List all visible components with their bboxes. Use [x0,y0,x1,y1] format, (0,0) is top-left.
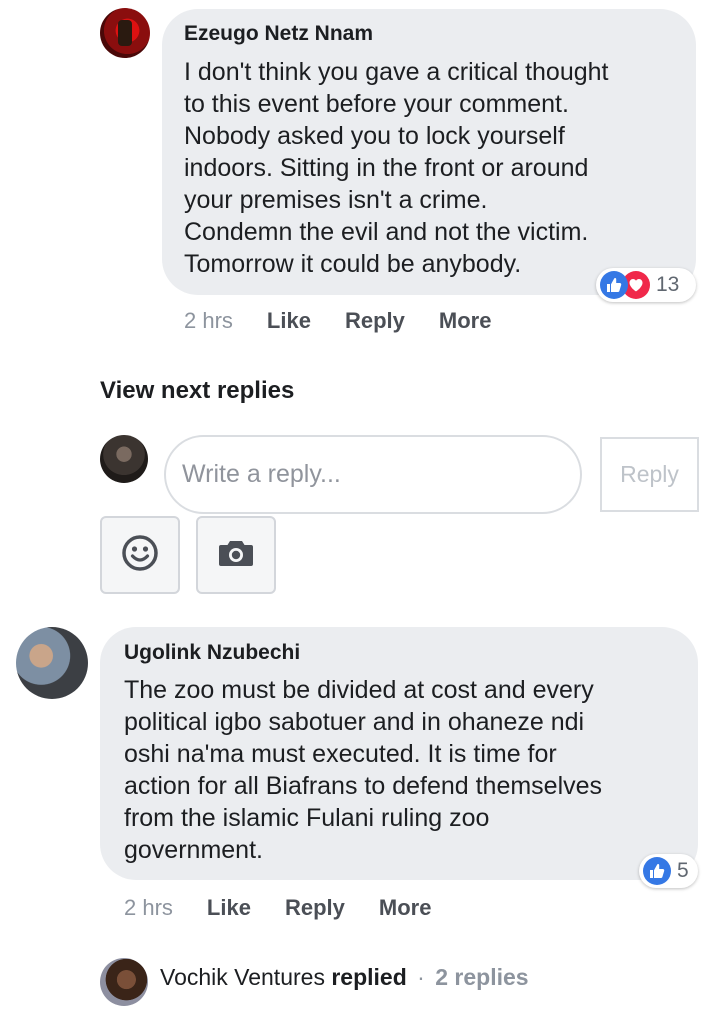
reaction-count: 5 [677,859,689,882]
reaction-summary[interactable]: 13 [596,268,696,302]
avatar [100,435,148,483]
more-button[interactable]: More [439,308,492,334]
comment-actions: 2 hrs Like Reply More [124,895,465,921]
camera-icon [218,538,254,573]
like-button[interactable]: Like [207,895,251,921]
comment-bubble: Ezeugo Netz Nnam I don't think you gave … [162,9,696,295]
comment-bubble: Ugolink Nzubechi The zoo must be divided… [100,627,698,880]
comment-author[interactable]: Ezeugo Netz Nnam [184,22,373,46]
like-icon [600,271,628,299]
comment-text: The zoo must be divided at cost and ever… [124,676,603,864]
comment-actions: 2 hrs Like Reply More [184,308,525,334]
avatar [100,958,148,1006]
view-next-replies-link[interactable]: View next replies [100,377,294,405]
reply-input[interactable] [164,435,582,514]
like-button[interactable]: Like [267,308,311,334]
reply-count: 2 replies [435,964,529,990]
replied-label: replied [331,964,407,990]
separator: · [417,964,425,990]
more-button[interactable]: More [379,895,432,921]
replier-name: Vochik Ventures [160,964,325,990]
emoji-icon [121,534,159,577]
reply-button[interactable]: Reply [345,308,405,334]
reaction-count: 13 [656,273,680,296]
avatar[interactable] [16,627,88,699]
submit-reply-button[interactable]: Reply [600,437,699,512]
timestamp[interactable]: 2 hrs [184,308,233,334]
camera-button[interactable] [196,516,276,594]
avatar[interactable] [100,8,150,58]
reaction-summary[interactable]: 5 [639,854,698,888]
comment-author[interactable]: Ugolink Nzubechi [124,641,300,665]
like-icon [643,857,671,885]
reply-button[interactable]: Reply [285,895,345,921]
timestamp[interactable]: 2 hrs [124,895,173,921]
view-replies-link[interactable]: Vochik Ventures replied · 2 replies [160,964,529,991]
emoji-button[interactable] [100,516,180,594]
comment-text: I don't think you gave a critical though… [184,58,609,278]
